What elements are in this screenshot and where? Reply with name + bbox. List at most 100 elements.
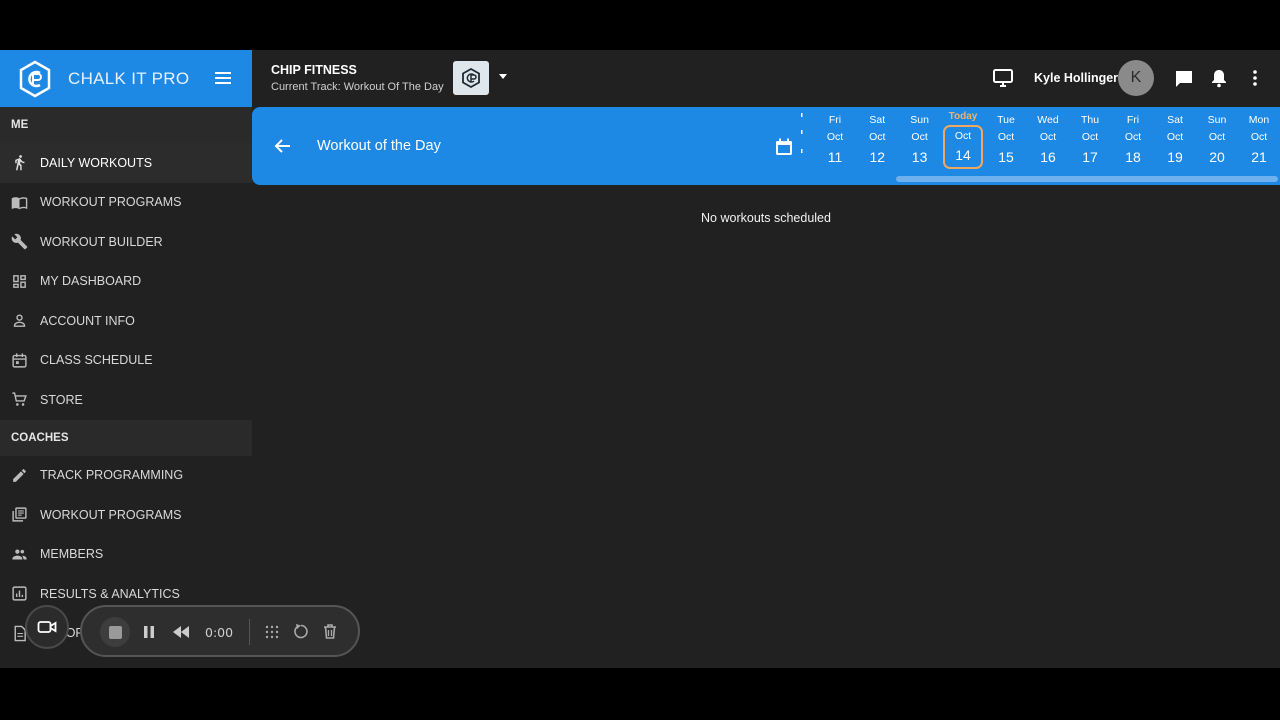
day-month: Oct <box>1124 131 1142 143</box>
recording-controls: 0:00 <box>80 605 360 657</box>
day-month: Oct <box>911 131 928 143</box>
sidebar-item-workout-programs[interactable]: WORKOUT PROGRAMS <box>0 183 252 223</box>
sidebar-item-coach-workout-programs[interactable]: WORKOUT PROGRAMS <box>0 495 252 535</box>
day-item-today[interactable]: Today Oct 14 <box>943 107 983 177</box>
calendar-picker-icon[interactable] <box>774 137 794 157</box>
day-item[interactable]: Fri Oct 11 <box>815 107 855 177</box>
video-camera-icon <box>37 621 57 633</box>
sidebar-item-daily-workouts[interactable]: DAILY WORKOUTS <box>0 143 252 183</box>
avatar[interactable]: K <box>1118 60 1154 96</box>
section-heading-me: ME <box>0 107 252 143</box>
scroll-edge-marker <box>801 113 803 153</box>
today-label: Today <box>948 111 978 122</box>
dashboard-icon <box>11 273 28 290</box>
day-of-week: Fri <box>1126 114 1140 126</box>
day-item[interactable]: Fri Oct 18 <box>1113 107 1153 177</box>
day-item[interactable]: Sat Oct 12 <box>857 107 897 177</box>
day-month: Oct <box>1081 131 1099 143</box>
pencil-icon <box>11 467 28 484</box>
day-month: Oct <box>1208 131 1226 143</box>
day-number: 21 <box>1251 149 1267 165</box>
top-header: CHIP FITNESS Current Track: Workout Of T… <box>252 50 1280 107</box>
empty-state-message: No workouts scheduled <box>701 211 831 225</box>
day-number: 17 <box>1082 149 1098 165</box>
section-heading-coaches: COACHES <box>0 419 252 456</box>
person-icon <box>11 312 28 329</box>
calendar-icon <box>11 352 28 369</box>
day-of-week: Fri <box>828 114 842 126</box>
day-item[interactable]: Tue Oct 15 <box>986 107 1026 177</box>
sidebar-item-members[interactable]: MEMBERS <box>0 535 252 575</box>
sidebar-item-track-programming[interactable]: TRACK PROGRAMMING <box>0 456 252 496</box>
sidebar-item-workout-builder[interactable]: WORKOUT BUILDER <box>0 222 252 262</box>
day-of-week: Sat <box>869 114 886 126</box>
chat-icon[interactable] <box>1174 69 1194 89</box>
cart-icon <box>11 391 28 408</box>
sidebar-item-label: DAILY WORKOUTS <box>40 155 153 170</box>
day-item[interactable]: Wed Oct 16 <box>1028 107 1068 177</box>
sidebar-item-my-dashboard[interactable]: MY DASHBOARD <box>0 262 252 302</box>
back-arrow-icon[interactable] <box>274 137 292 155</box>
chalk-it-logo-icon[interactable] <box>18 60 52 98</box>
day-item[interactable]: Sun Oct 20 <box>1197 107 1237 177</box>
sidebar-item-label: MEMBERS <box>40 547 104 562</box>
gym-name: CHIP FITNESS <box>271 63 357 77</box>
day-number: 20 <box>1209 149 1225 165</box>
day-number: 12 <box>869 149 886 165</box>
sidebar-item-store[interactable]: STORE <box>0 380 252 420</box>
day-number: 13 <box>911 149 928 165</box>
day-of-week: Tue <box>997 114 1015 126</box>
trash-icon[interactable] <box>322 623 338 640</box>
pause-icon[interactable] <box>142 624 156 640</box>
day-month: Oct <box>954 130 972 142</box>
day-strip-scrollbar[interactable] <box>896 176 1278 182</box>
grid-dots-icon[interactable] <box>264 624 280 640</box>
day-item[interactable]: Thu Oct 17 <box>1070 107 1110 177</box>
user-name[interactable]: Kyle Hollinger <box>1034 71 1118 85</box>
sidebar-item-label: ACCOUNT INFO <box>40 313 135 328</box>
people-icon <box>11 546 28 563</box>
monitor-icon[interactable] <box>992 68 1014 88</box>
brand-header: CHALK IT PRO <box>0 50 252 107</box>
date-bar: Workout of the Day Fri Oct 11 Sat Oct 12 <box>252 107 1280 185</box>
analytics-icon <box>11 585 28 602</box>
runner-icon <box>11 154 28 171</box>
day-month: Oct <box>869 131 886 143</box>
bell-icon[interactable] <box>1209 68 1229 88</box>
day-number: 19 <box>1167 149 1183 165</box>
sidebar-item-label: CLASS SCHEDULE <box>40 353 153 368</box>
page-title: Workout of the Day <box>317 138 441 154</box>
sidebar: CHALK IT PRO ME DAILY WORKOUTS WORKOUT P… <box>0 50 252 668</box>
hamburger-menu-icon[interactable] <box>214 70 232 86</box>
sidebar-item-label: WORKOUT PROGRAMS <box>40 195 182 210</box>
day-month: Oct <box>1166 131 1184 143</box>
day-of-week: Sat <box>1167 114 1183 126</box>
day-number: 18 <box>1125 149 1141 165</box>
track-dropdown-caret-icon[interactable] <box>498 73 508 81</box>
day-item[interactable]: Sat Oct 19 <box>1155 107 1195 177</box>
track-selector-button[interactable] <box>453 61 489 95</box>
track-logo-icon <box>462 67 480 89</box>
day-number: 14 <box>955 147 971 163</box>
more-options-icon[interactable] <box>1245 68 1265 88</box>
day-month: Oct <box>1039 131 1057 143</box>
day-item[interactable]: Sun Oct 13 <box>900 107 940 177</box>
current-track: Current Track: Workout Of The Day <box>271 81 444 93</box>
app-frame: CHALK IT PRO ME DAILY WORKOUTS WORKOUT P… <box>0 50 1280 668</box>
sidebar-item-account-info[interactable]: ACCOUNT INFO <box>0 301 252 341</box>
day-of-week: Sun <box>1207 114 1227 126</box>
wrench-icon <box>11 233 28 250</box>
stop-recording-button[interactable] <box>100 617 130 647</box>
day-item[interactable]: Mon Oct 21 <box>1239 107 1279 177</box>
recording-timer: 0:00 <box>205 625 234 640</box>
sidebar-item-label: WORKOUT PROGRAMS <box>40 507 182 522</box>
controls-divider <box>249 619 250 645</box>
day-of-week: Thu <box>1080 114 1100 126</box>
rewind-icon[interactable] <box>172 624 190 640</box>
sidebar-item-label: STORE <box>40 392 83 407</box>
camera-toggle-button[interactable] <box>25 605 69 649</box>
book-icon <box>11 194 28 211</box>
restart-icon[interactable] <box>293 623 309 640</box>
day-month: Oct <box>1250 131 1268 143</box>
sidebar-item-class-schedule[interactable]: CLASS SCHEDULE <box>0 341 252 381</box>
